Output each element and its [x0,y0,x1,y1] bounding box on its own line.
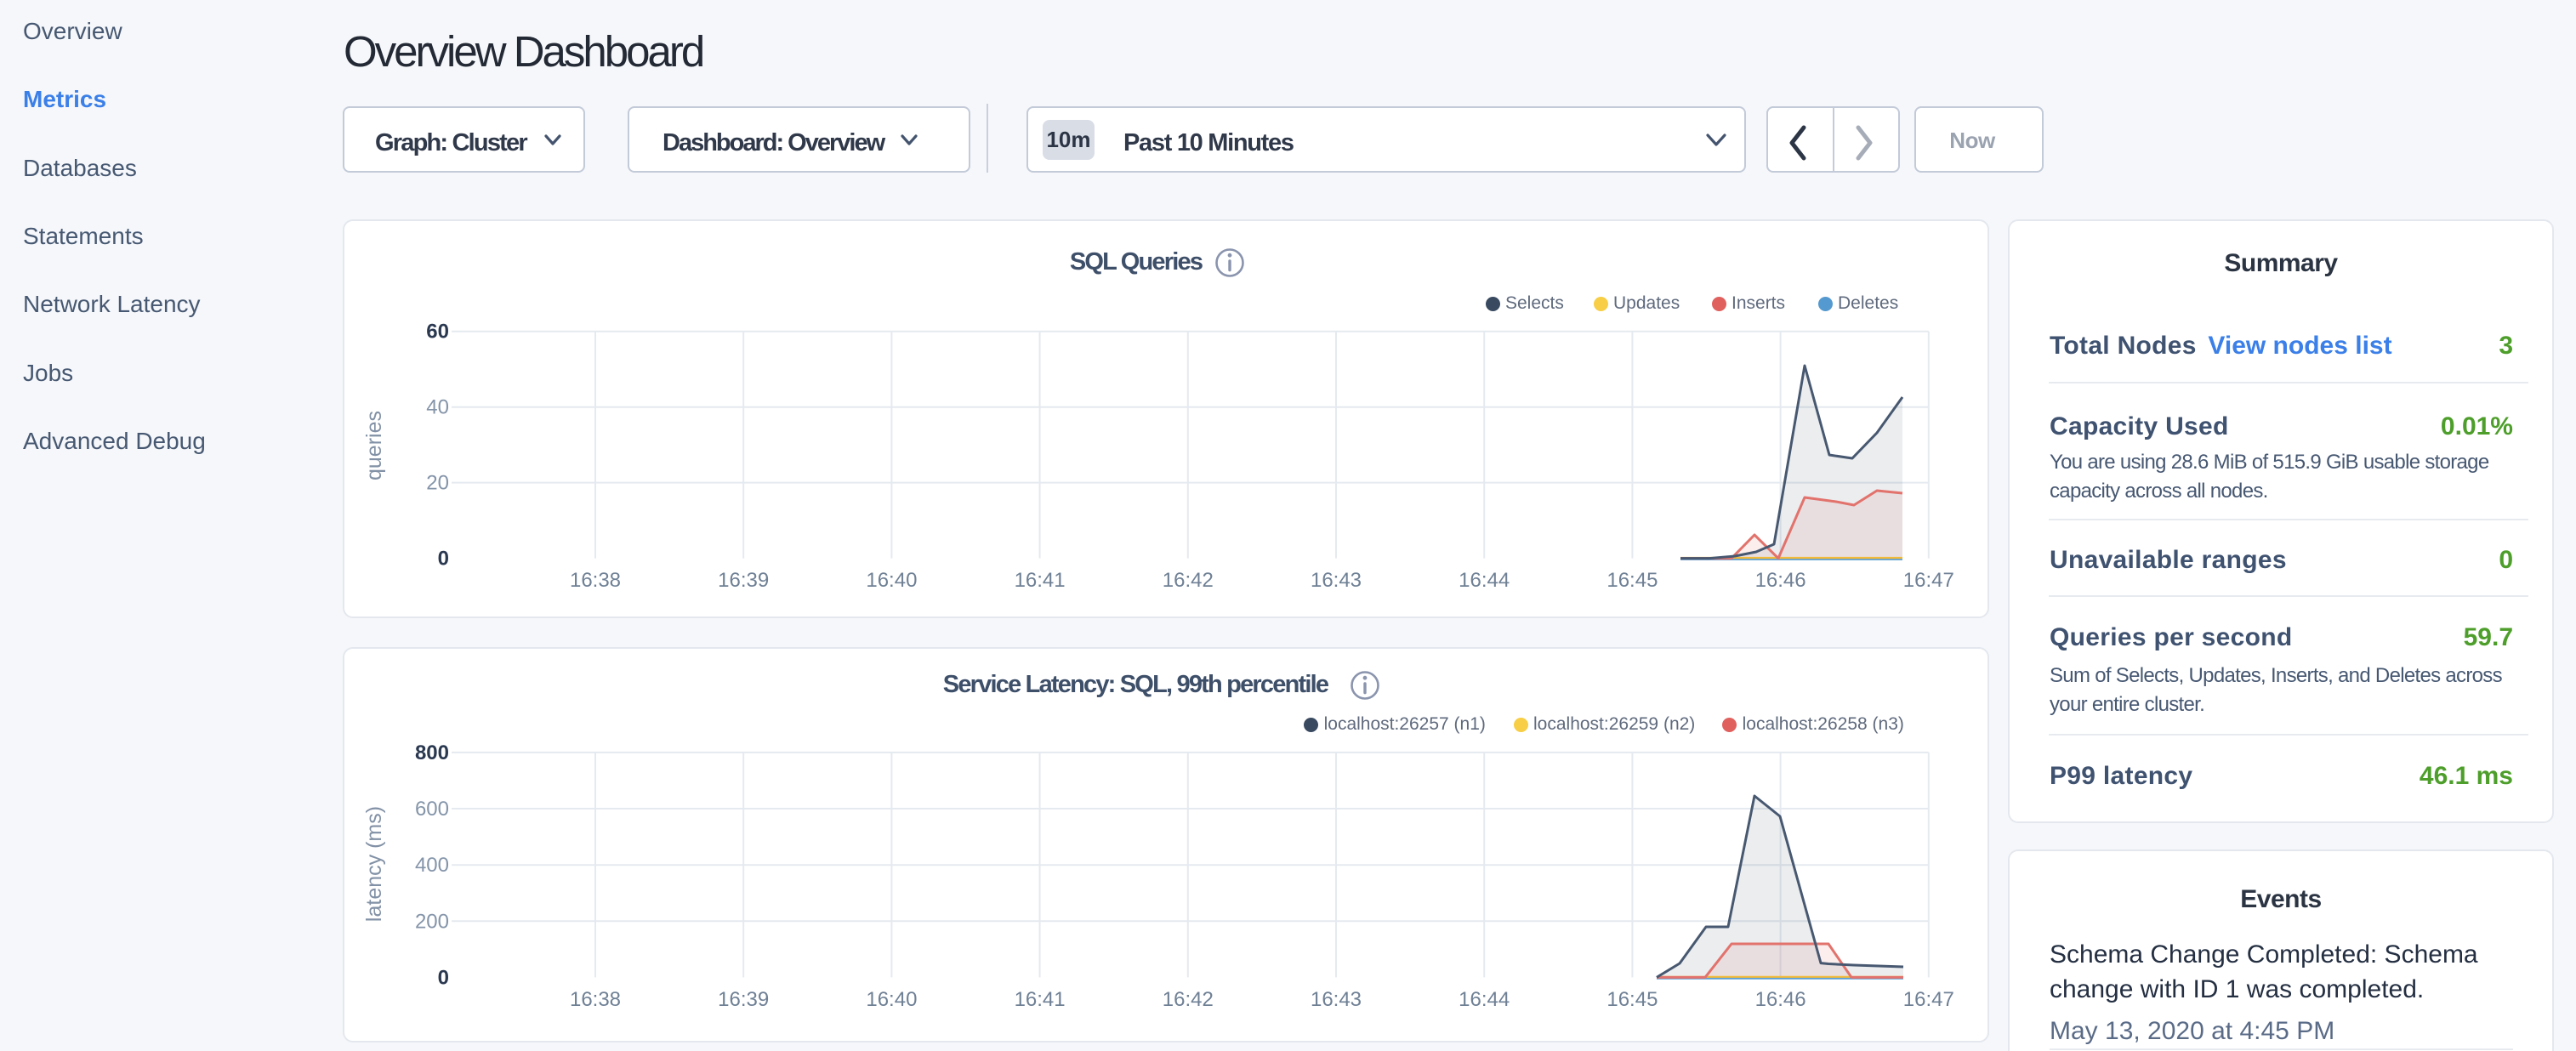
svg-text:200: 200 [415,910,449,933]
svg-text:16:47: 16:47 [1903,988,1954,1011]
svg-text:16:39: 16:39 [718,988,769,1011]
svg-text:16:44: 16:44 [1459,988,1510,1011]
svg-text:0: 0 [438,966,449,989]
svg-text:16:46: 16:46 [1755,988,1806,1011]
svg-text:16:40: 16:40 [866,988,917,1011]
svg-text:600: 600 [415,798,449,821]
svg-text:16:45: 16:45 [1606,569,1658,592]
svg-text:16:43: 16:43 [1311,988,1362,1011]
svg-text:16:42: 16:42 [1163,988,1214,1011]
svg-text:16:40: 16:40 [866,569,917,592]
svg-text:16:39: 16:39 [718,569,769,592]
svg-text:20: 20 [426,472,449,495]
svg-text:800: 800 [415,741,449,764]
svg-text:queries: queries [362,411,386,480]
svg-text:16:41: 16:41 [1015,988,1066,1011]
svg-text:16:44: 16:44 [1459,569,1510,592]
svg-text:16:45: 16:45 [1606,988,1658,1011]
svg-text:16:38: 16:38 [570,569,621,592]
svg-text:latency (ms): latency (ms) [362,806,386,922]
svg-text:16:41: 16:41 [1015,569,1066,592]
svg-text:16:43: 16:43 [1311,569,1362,592]
svg-text:16:47: 16:47 [1903,569,1954,592]
svg-text:400: 400 [415,854,449,877]
svg-text:16:42: 16:42 [1163,569,1214,592]
svg-text:16:46: 16:46 [1755,569,1806,592]
svg-text:40: 40 [426,396,449,419]
svg-text:0: 0 [438,548,449,571]
svg-text:16:38: 16:38 [570,988,621,1011]
svg-text:60: 60 [426,321,449,344]
